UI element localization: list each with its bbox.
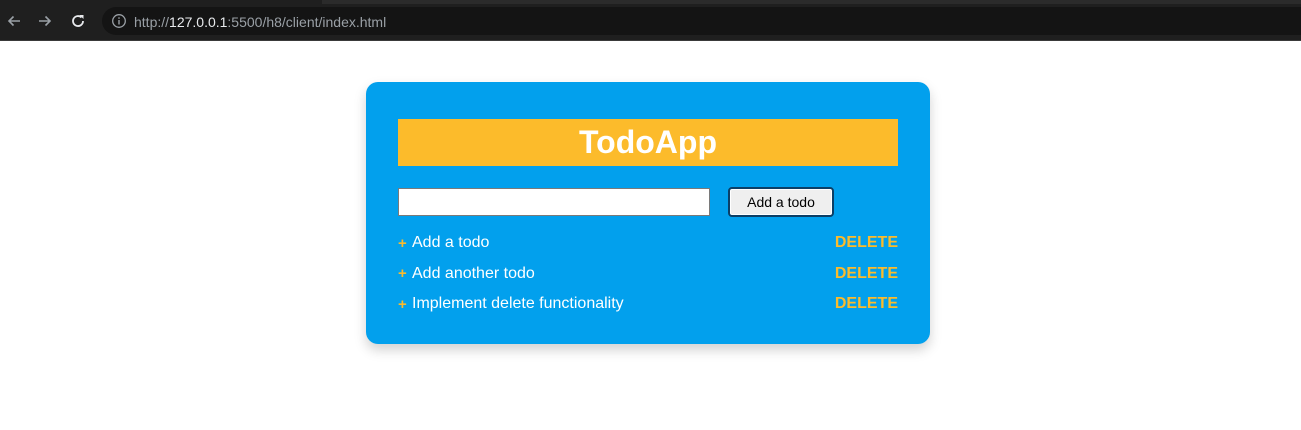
- address-bar[interactable]: http://127.0.0.1:5500/h8/client/index.ht…: [102, 7, 1301, 35]
- todo-card: TodoApp Add a todo + Add a todo DELETE +…: [366, 82, 930, 344]
- browser-toolbar: http://127.0.0.1:5500/h8/client/index.ht…: [0, 0, 1301, 41]
- url-host: 127.0.0.1: [169, 14, 228, 30]
- plus-icon: +: [398, 295, 407, 313]
- url-text[interactable]: http://127.0.0.1:5500/h8/client/index.ht…: [134, 14, 386, 30]
- todo-input[interactable]: [398, 188, 710, 216]
- arrow-left-icon: [7, 15, 20, 27]
- reload-icon: [72, 15, 84, 27]
- tab-strip: [0, 0, 1301, 4]
- todo-item: + Implement delete functionality DELETE: [398, 289, 898, 320]
- back-button[interactable]: [2, 9, 26, 33]
- plus-icon: +: [398, 234, 407, 252]
- active-tab[interactable]: [0, 0, 322, 4]
- add-todo-button[interactable]: Add a todo: [728, 187, 834, 217]
- app-title: TodoApp: [578, 124, 717, 160]
- todo-list: + Add a todo DELETE + Add another todo D…: [398, 228, 898, 320]
- forward-button[interactable]: [33, 9, 57, 33]
- todo-item: + Add another todo DELETE: [398, 259, 898, 290]
- plus-icon: +: [398, 265, 407, 283]
- reload-button[interactable]: [66, 9, 90, 33]
- url-scheme: http://: [134, 14, 170, 30]
- todo-item: + Add a todo DELETE: [398, 228, 898, 259]
- delete-button[interactable]: DELETE: [835, 234, 898, 252]
- info-icon[interactable]: [111, 13, 127, 29]
- url-path: :5500/h8/client/index.html: [227, 14, 387, 30]
- delete-button[interactable]: DELETE: [835, 265, 898, 283]
- todo-text: Implement delete functionality: [412, 295, 624, 313]
- arrow-right-icon: [39, 15, 52, 27]
- todo-text: Add another todo: [412, 264, 535, 282]
- delete-button[interactable]: DELETE: [835, 295, 898, 313]
- todo-text: Add a todo: [412, 234, 490, 252]
- title-banner: TodoApp: [398, 119, 898, 166]
